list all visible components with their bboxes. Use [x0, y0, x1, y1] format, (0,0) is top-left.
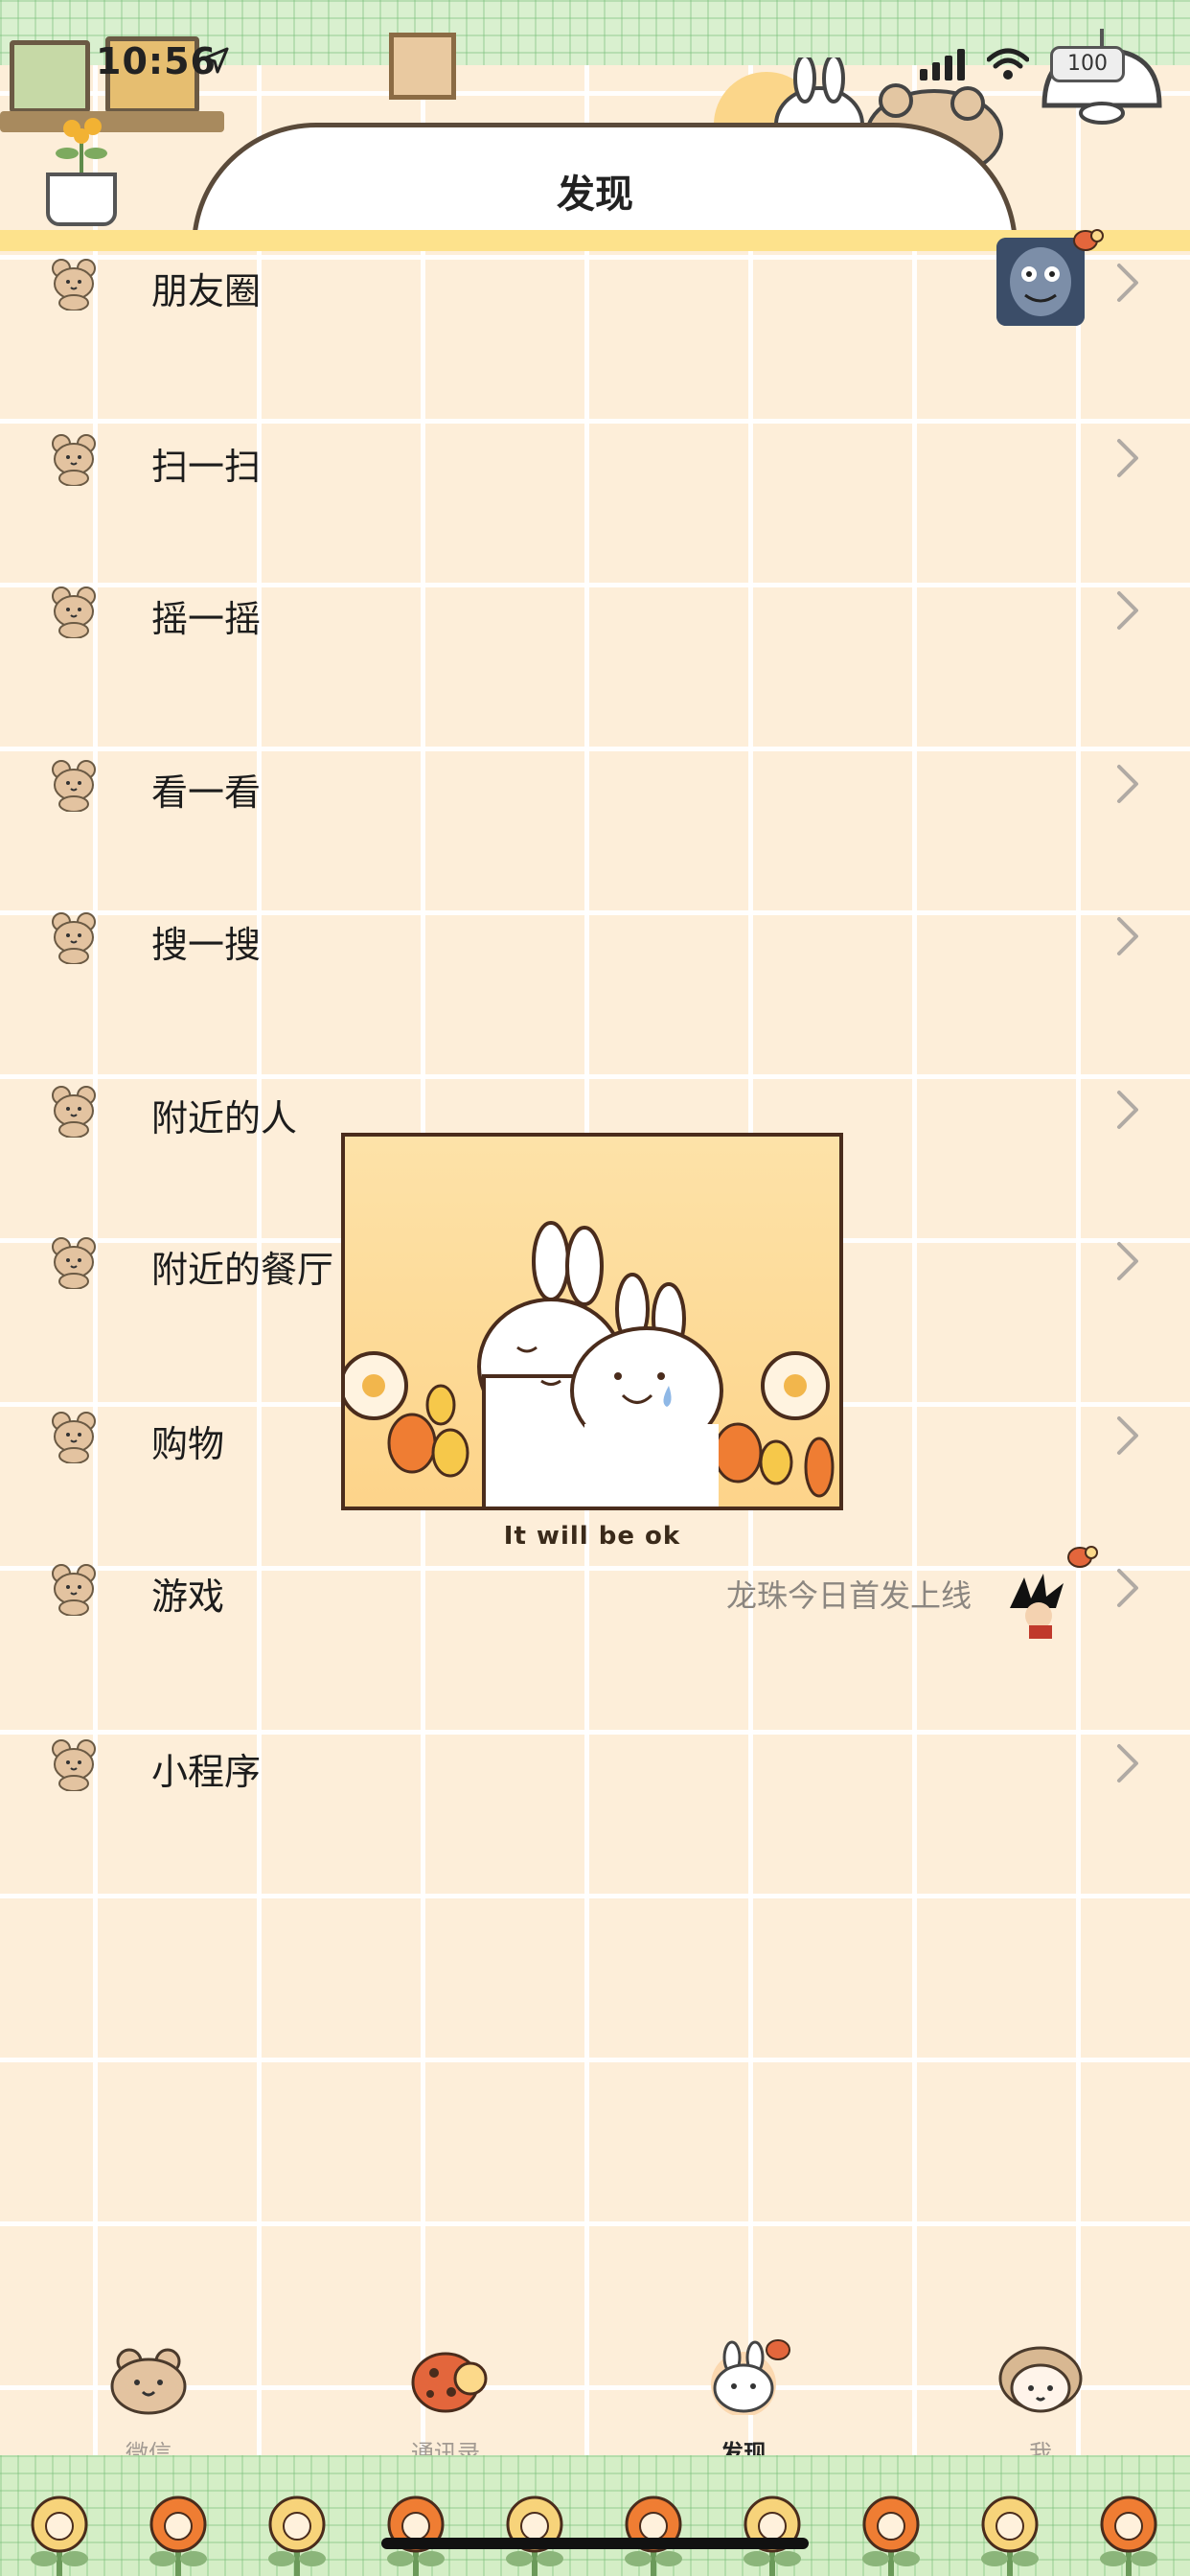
bunny-face-icon [711, 2339, 790, 2415]
bear-face-icon [110, 2348, 187, 2415]
menu-row-label: 小程序 [151, 1751, 262, 1793]
bear-icon [50, 1410, 98, 1464]
chevron-right-icon [1113, 915, 1142, 957]
bear-icon [50, 910, 98, 965]
menu-row-label: 朋友圈 [151, 270, 262, 312]
chevron-right-icon [1113, 1240, 1142, 1282]
menu-row-label: 附近的餐厅 [151, 1249, 334, 1291]
game-thumbnail [1000, 1570, 1071, 1641]
menu-row[interactable]: 朋友圈 [0, 229, 1190, 374]
bear-icon [50, 1562, 98, 1617]
bear-icon [50, 432, 98, 487]
flower-decoration [140, 2496, 217, 2576]
flower-decoration [496, 2496, 573, 2576]
menu-row[interactable]: 搜一搜 [0, 884, 1190, 1027]
flower-decoration [1090, 2496, 1167, 2576]
menu-row-label: 看一看 [151, 771, 262, 814]
ladybug-icon [411, 2352, 488, 2413]
bottom-tab-bar: 微信 通讯录 发现 我 [0, 2338, 1190, 2467]
menu-row-label: 搜一搜 [151, 924, 262, 966]
flower-decoration [972, 2496, 1048, 2576]
chevron-right-icon [1113, 1742, 1142, 1784]
status-time: 10:56 [96, 40, 217, 82]
menu-row[interactable]: 看一看 [0, 731, 1190, 875]
bear-icon [50, 1737, 98, 1792]
menu-row[interactable]: 小程序 [0, 1711, 1190, 1854]
ladybug-badge-icon [1071, 224, 1104, 253]
chevron-right-icon [1113, 262, 1142, 304]
menu-row[interactable]: 摇一摇 [0, 558, 1190, 702]
tab-discover[interactable]: 发现 [648, 2338, 839, 2467]
menu-row-label: 购物 [151, 1423, 225, 1465]
flower-decoration [259, 2496, 335, 2576]
bear-icon [50, 1084, 98, 1138]
chevron-right-icon [1113, 1567, 1142, 1609]
menu-row-subtext: 龙珠今日首发上线 [725, 1577, 972, 1614]
home-indicator[interactable] [381, 2538, 809, 2549]
menu-row-label: 附近的人 [151, 1097, 298, 1139]
tab-me[interactable]: 我 [945, 2338, 1136, 2467]
chevron-right-icon [1113, 437, 1142, 479]
wall-picture-decoration [389, 33, 456, 100]
battery-indicator: 100 [1050, 46, 1125, 82]
chevron-right-icon [1113, 589, 1142, 632]
bunny-frame-decoration [10, 40, 90, 113]
tab-chats[interactable]: 微信 [53, 2338, 244, 2467]
menu-row[interactable]: 游戏 龙珠今日首发上线 [0, 1535, 1190, 1679]
tab-contacts[interactable]: 通讯录 [350, 2338, 541, 2467]
bunnies-sticker-image [341, 1133, 843, 1510]
flower-decoration [853, 2496, 929, 2576]
menu-row-label: 摇一摇 [151, 598, 262, 640]
girl-face-icon [998, 2346, 1083, 2413]
ladybug-badge-icon [1065, 1541, 1098, 1570]
bear-icon [50, 585, 98, 639]
menu-row[interactable]: 扫一扫 [0, 405, 1190, 549]
chevron-right-icon [1113, 1414, 1142, 1457]
sticker-caption: It will be ok [503, 1522, 681, 1551]
chevron-right-icon [1113, 1089, 1142, 1131]
menu-row-label: 扫一扫 [151, 446, 262, 488]
flower-decoration [734, 2496, 811, 2576]
chevron-right-icon [1113, 763, 1142, 805]
bear-icon [50, 257, 98, 311]
bear-icon [50, 1235, 98, 1290]
bear-icon [50, 758, 98, 813]
location-arrow-icon [202, 47, 229, 74]
menu-row-label: 游戏 [151, 1576, 225, 1618]
page-title: 发现 [557, 172, 633, 217]
flower-decoration [615, 2496, 692, 2576]
flower-decoration [378, 2496, 454, 2576]
flower-decoration [21, 2496, 98, 2576]
